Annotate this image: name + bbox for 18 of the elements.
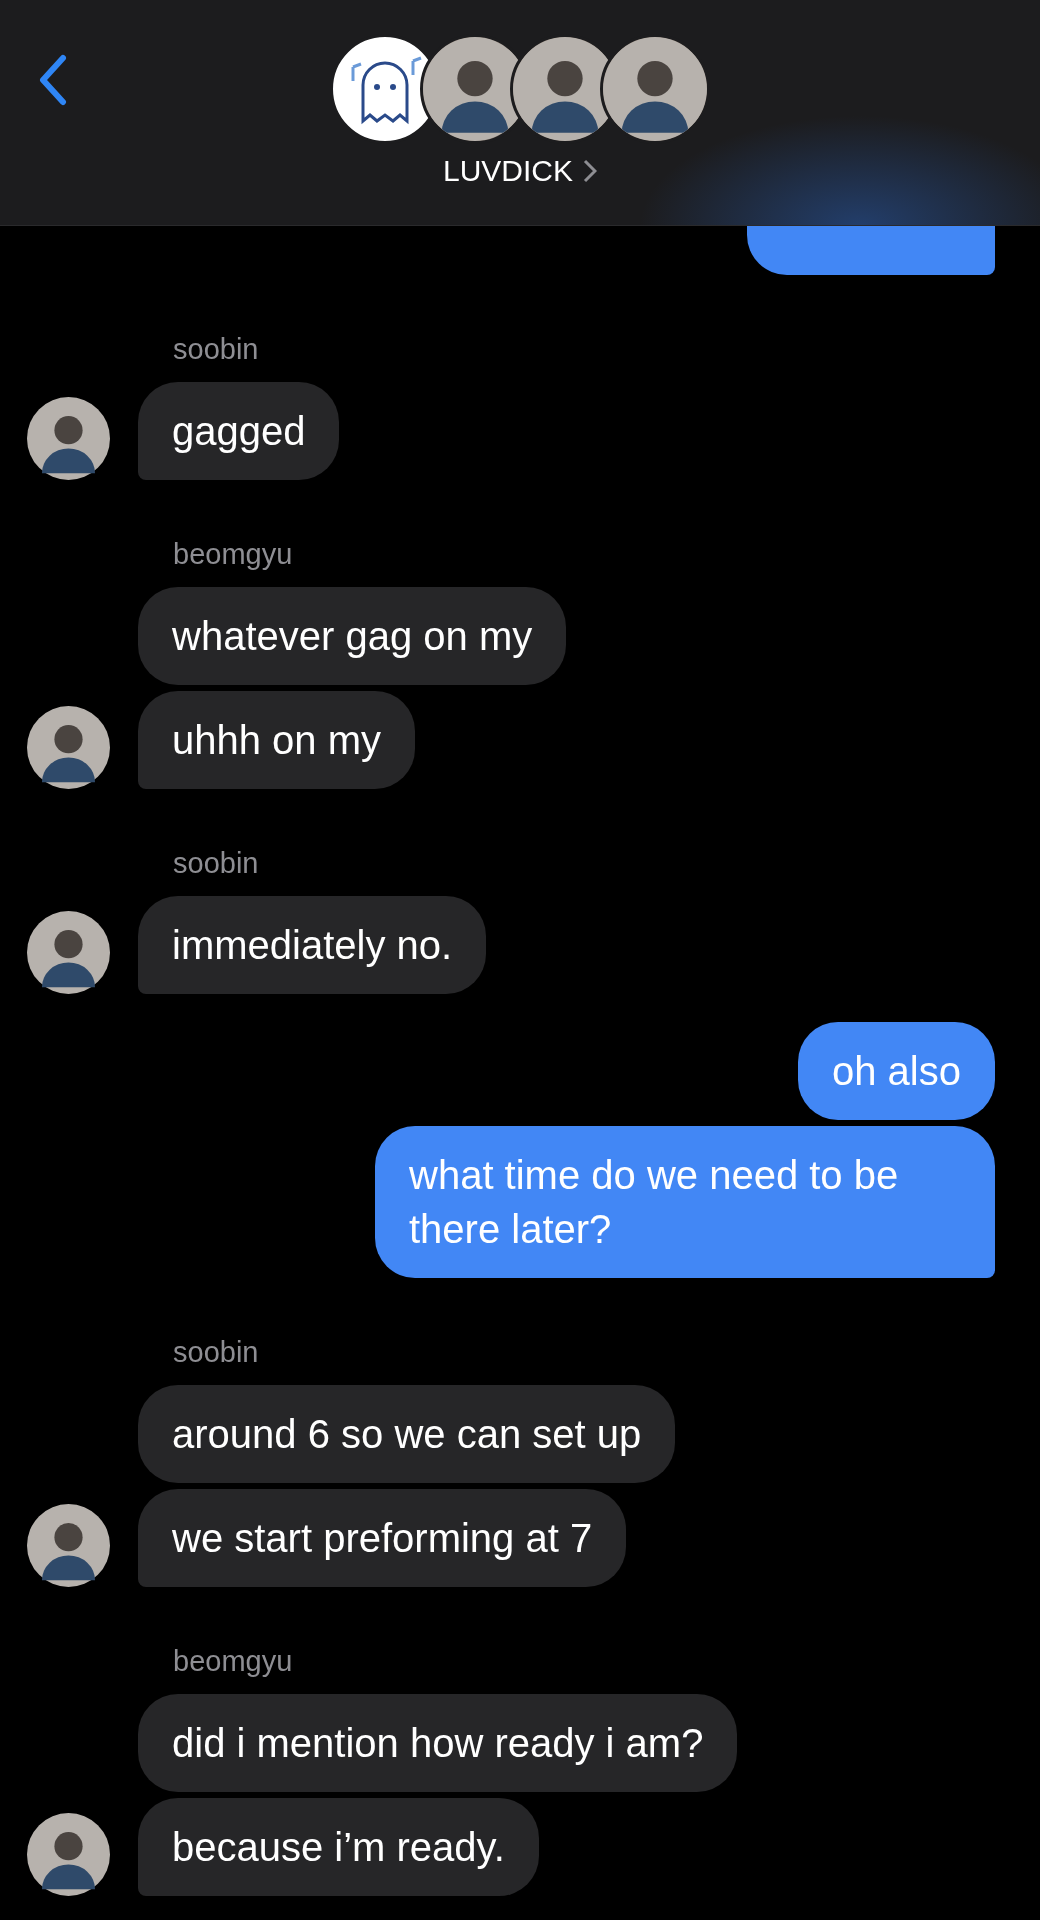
group-name-button[interactable]: LUVDICK	[442, 154, 597, 188]
message-bubble: around 6 so we can set up	[138, 1385, 676, 1483]
sender-name: soobin	[173, 1336, 260, 1369]
message-bubble: gagged	[138, 382, 340, 480]
chevron-left-icon	[37, 54, 67, 106]
message-bubble: uhhh on my	[138, 691, 416, 789]
sender-name: soobin	[173, 333, 260, 366]
message-bubble: because i’m ready.	[138, 1798, 539, 1896]
message-bubble: immediately no.	[138, 896, 487, 994]
chevron-right-icon	[583, 159, 597, 183]
message-bubble: whatever gag on my	[138, 587, 567, 685]
sender-name: beomgyu	[173, 1645, 294, 1678]
message-bubble: did i mention how ready i am?	[138, 1694, 738, 1792]
message-bubble: we start preforming at 7	[138, 1489, 627, 1587]
sender-name: beomgyu	[173, 538, 294, 571]
sender-name: soobin	[173, 847, 260, 880]
message-bubble: oh also	[798, 1022, 995, 1120]
message-bubble: what time do we need to be there later?	[375, 1126, 995, 1278]
